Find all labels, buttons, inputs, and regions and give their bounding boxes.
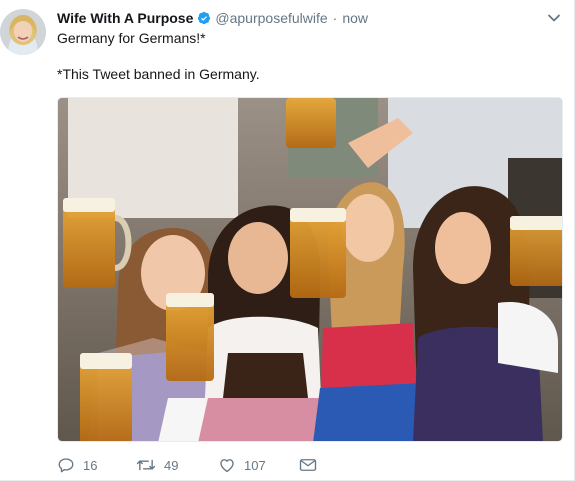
tweet-timestamp[interactable]: now (342, 10, 368, 26)
tweet-text: Germany for Germans!* *This Tweet banned… (57, 29, 562, 83)
direct-message-button[interactable] (299, 457, 317, 473)
retweet-count: 49 (164, 457, 179, 473)
reply-icon (58, 458, 74, 473)
retweet-button[interactable]: 49 (136, 456, 218, 474)
tweet-text-line: *This Tweet banned in Germany. (57, 66, 260, 82)
retweet-icon (136, 459, 156, 471)
profile-photo-icon (0, 9, 46, 55)
user-handle[interactable]: @apurposefulwife (215, 10, 327, 26)
like-count: 107 (244, 457, 266, 473)
envelope-icon (299, 459, 317, 471)
tweet-media-photo[interactable] (57, 97, 563, 442)
heart-icon (220, 459, 234, 473)
tweet-actions: 16 49 107 (57, 455, 317, 475)
reply-button[interactable]: 16 (57, 456, 136, 474)
tweet-card[interactable]: Wife With A Purpose @apurposefulwife · n… (0, 0, 575, 481)
like-button[interactable]: 107 (218, 456, 299, 474)
verified-badge-icon (198, 11, 211, 25)
tweet-header: Wife With A Purpose @apurposefulwife · n… (57, 8, 562, 28)
tweet-text-line: Germany for Germans!* (57, 30, 206, 46)
separator-dot: · (332, 10, 338, 26)
chevron-down-icon[interactable] (546, 10, 562, 26)
display-name[interactable]: Wife With A Purpose (57, 10, 193, 26)
photo-women-holding-beer-steins-icon (58, 98, 562, 441)
reply-count: 16 (83, 457, 98, 473)
avatar[interactable] (0, 9, 46, 55)
